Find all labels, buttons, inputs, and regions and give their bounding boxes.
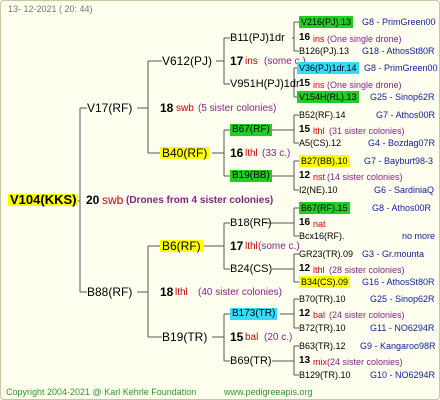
gen1-mother-num: 18	[160, 285, 174, 299]
gen3-g-num: 12	[299, 308, 311, 319]
gen4-info: G25 - Sinop62R	[370, 294, 435, 304]
gen2-mf-note: (some c.)	[258, 241, 300, 252]
gen2-fm-note: (33 c.)	[262, 148, 291, 159]
gen3-b-id[interactable]: V951H(PJ)1dr	[230, 78, 300, 90]
gen4-id[interactable]: B63(TR).12	[299, 340, 346, 352]
gen4-info: G16 - AthosSt80R	[362, 277, 435, 287]
gen4-id[interactable]: B52(RF).14	[299, 109, 346, 121]
gen4-id[interactable]: B70(TR).10	[299, 293, 346, 305]
gen4-id[interactable]: B34(CS).09	[299, 276, 351, 288]
gen1-mother-code: lthl	[175, 287, 188, 298]
gen2-mm-code: bal	[245, 332, 259, 343]
gen2-mm-note: (20 c.)	[264, 332, 293, 343]
gen4-info: G9 - Kangaroo98R	[360, 341, 436, 351]
root-num: 20	[86, 193, 100, 207]
gen3-a-num: 16	[299, 32, 311, 43]
gen2-mf-code: lthl	[245, 241, 258, 252]
gen3-d-code: nst	[313, 172, 326, 182]
gen4-info: G6 - SardiniaQ	[374, 185, 435, 195]
gen3-b-num: 15	[299, 78, 311, 89]
gen3-c-note: (31 sister colonies)	[329, 126, 405, 136]
gen3-h-code: mix	[313, 357, 327, 367]
gen1-father-id[interactable]: V17(RF)	[87, 102, 132, 114]
gen4-id[interactable]: B27(BB).10	[299, 155, 350, 167]
gen3-d-note: (14 sister colonies)	[327, 172, 403, 182]
gen3-g-note: (24 sister colonies)	[329, 310, 405, 320]
gen4-info: G4 - Bozdag07R	[368, 138, 436, 148]
gen2-mm-id[interactable]: B19(TR)	[162, 331, 207, 343]
gen2-ff-id[interactable]: V612(PJ)	[162, 55, 212, 67]
gen4-id[interactable]: GR23(TR).09	[299, 248, 353, 260]
gen3-h-id[interactable]: B69(TR)	[230, 355, 272, 367]
gen3-f-code: lthl	[313, 265, 325, 275]
gen3-a-id[interactable]: B11(PJ)1dr	[230, 32, 285, 44]
gen2-mf-num: 17	[230, 239, 244, 253]
gen4-info: G8 - PrimGreen00	[364, 63, 438, 73]
gen2-mm-num: 15	[230, 330, 244, 344]
gen3-f-id[interactable]: B24(CS)	[230, 263, 272, 275]
gen1-mother-id[interactable]: B88(RF)	[87, 286, 132, 298]
gen2-fm-code: lthl	[245, 148, 258, 159]
gen4-info: G3 - Gr.mounta	[362, 249, 425, 259]
gen4-id[interactable]: A5(CS).12	[299, 137, 341, 149]
gen1-father-num: 18	[160, 101, 174, 115]
gen3-e-id[interactable]: B18(RF)	[230, 217, 272, 229]
gen1-father-note: (5 sister colonies)	[198, 103, 277, 114]
gen4-info: no more	[402, 231, 436, 241]
gen3-c-id[interactable]: B67(RF)	[230, 124, 272, 136]
gen4-info: G25 - Sinop62R	[370, 92, 435, 102]
gen4-info: G7 - Athos00R	[376, 110, 436, 120]
gen3-h-note: (24 sister colonies)	[327, 357, 403, 367]
website-link[interactable]: www.pedigreeapis.org	[224, 386, 313, 398]
gen3-d-id[interactable]: B19(BB)	[230, 170, 272, 182]
gen4-id[interactable]: V216(PJ).13	[299, 16, 354, 28]
gen4-id[interactable]: B126(PJ).13	[299, 45, 349, 57]
gen4-id[interactable]: V36(PJ)1dr.14	[297, 62, 359, 74]
gen3-e-num: 16	[299, 217, 311, 228]
gen3-h-num: 13	[299, 355, 311, 366]
gen4-info: G10 - NO6294R	[370, 370, 436, 380]
gen3-f-num: 12	[299, 263, 311, 274]
gen4-id[interactable]: B129(TR).10	[299, 369, 351, 381]
gen4-id[interactable]: I2(NE).10	[299, 184, 338, 196]
root-code: swb	[102, 193, 124, 207]
gen3-d-num: 12	[299, 170, 311, 181]
gen3-a-note: (One single drone)	[327, 34, 402, 44]
gen3-e-code: nat	[313, 219, 326, 229]
gen1-mother-note: (40 sister colonies)	[198, 287, 282, 298]
root-queen-id[interactable]: V104(KKS)	[8, 193, 79, 206]
gen2-ff-code: ins	[245, 56, 258, 67]
gen2-fm-id[interactable]: B40(RF)	[160, 147, 210, 159]
gen4-info: G8 - Athos00R	[372, 203, 432, 213]
root-note: (Drones from 4 sister colonies)	[126, 195, 274, 206]
gen3-b-note: (One single drone)	[327, 80, 402, 90]
timestamp: 13- 12-2021 ( 20: 44)	[8, 4, 93, 14]
copyright-text: Copyright 2004-2021 @ Karl Kehrle Founda…	[6, 387, 197, 397]
gen4-id[interactable]: B67(RF).15	[299, 202, 350, 214]
gen2-mf-id[interactable]: B6(RF)	[160, 240, 203, 252]
gen4-id[interactable]: V154H(RL).13	[297, 91, 359, 103]
gen4-info: G18 - AthosSt80R	[362, 46, 435, 56]
gen4-info: G7 - Bayburt98-3	[364, 156, 434, 166]
gen2-fm-num: 16	[230, 146, 244, 160]
gen3-f-note: (28 sister colonies)	[329, 265, 405, 275]
gen4-info: G8 - PrimGreen00	[362, 17, 436, 27]
gen3-g-id[interactable]: B173(TR)	[230, 308, 278, 320]
gen1-father-code: swb	[176, 103, 194, 114]
gen2-ff-num: 17	[230, 54, 244, 68]
gen3-a-code: ins	[313, 34, 325, 44]
gen4-id[interactable]: B72(TR).10	[299, 322, 346, 334]
gen3-b-code: ins	[313, 80, 325, 90]
gen3-c-num: 15	[299, 124, 311, 135]
gen3-c-code: lthl	[313, 126, 325, 136]
gen4-info: G11 - NO6294R	[370, 323, 435, 333]
gen3-g-code: bal	[313, 310, 326, 320]
gen4-id[interactable]: Bcx16(RF).	[299, 230, 345, 242]
